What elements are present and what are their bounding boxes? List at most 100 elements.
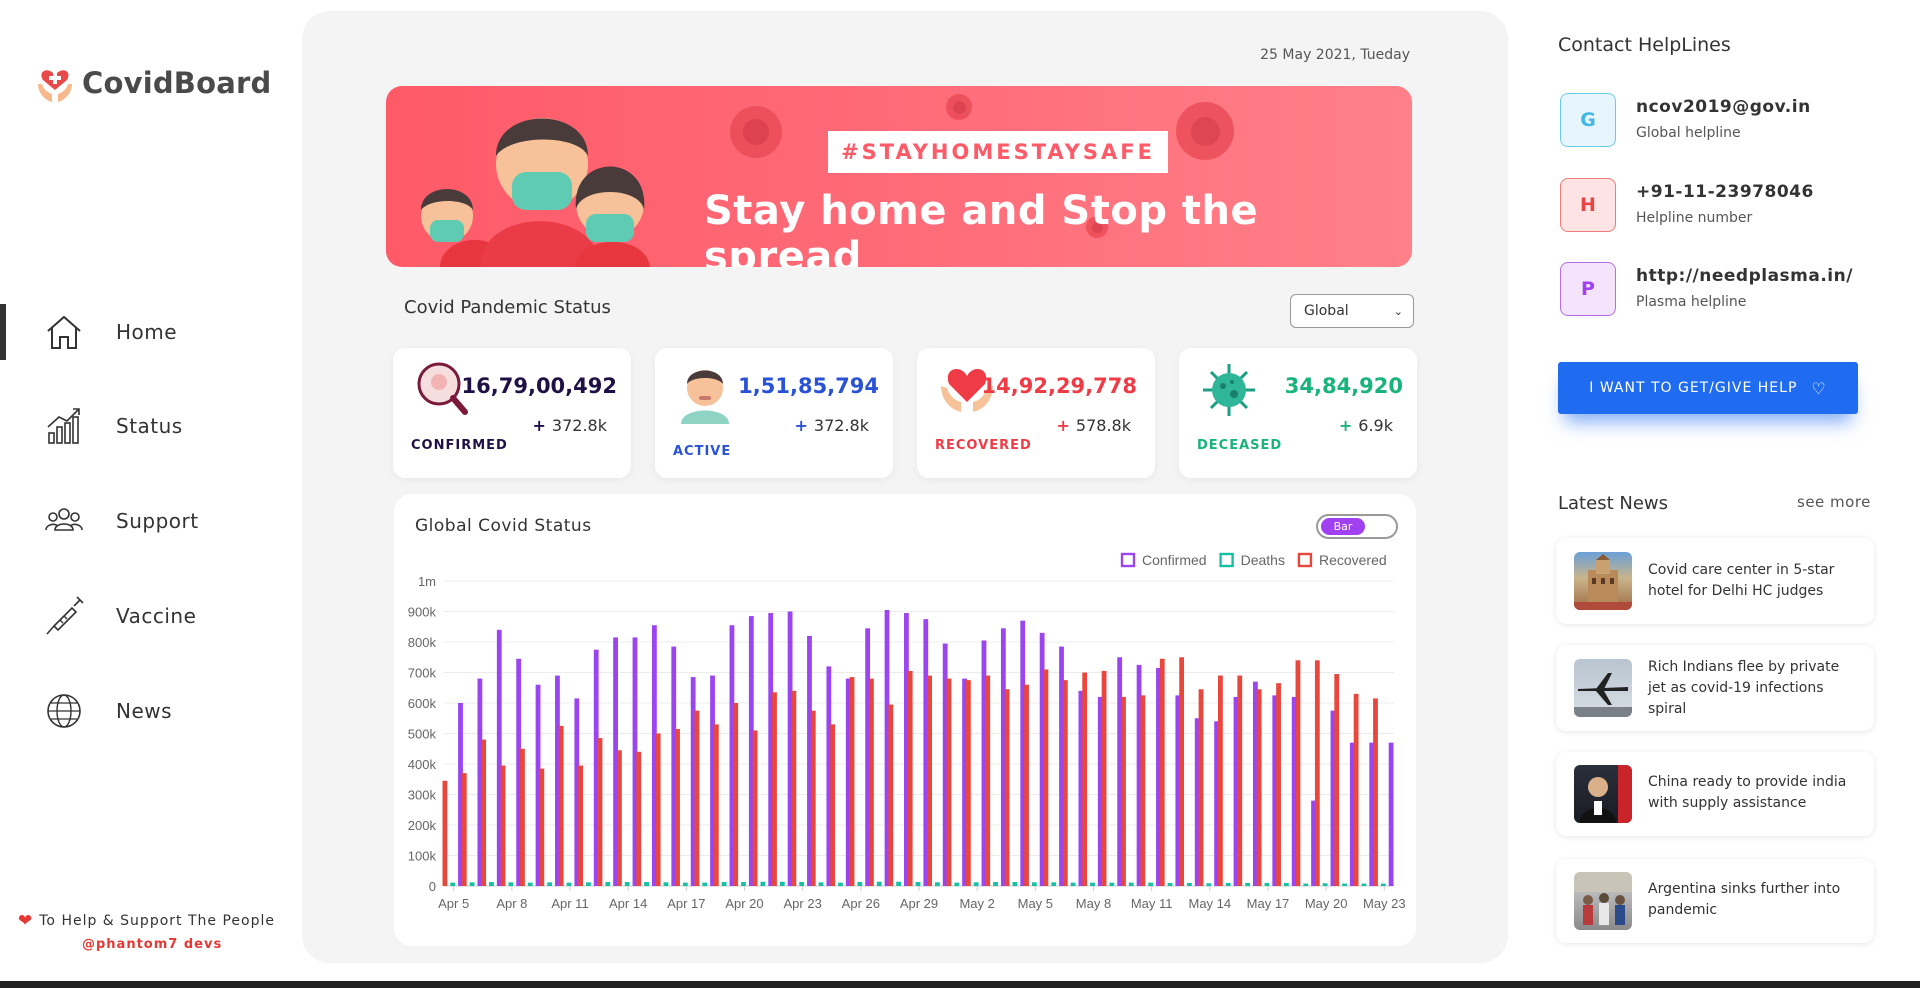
bar-deaths: [1070, 882, 1076, 886]
x-tick-label: Apr 14: [609, 896, 647, 911]
sidebar-item-status[interactable]: Status: [44, 406, 183, 446]
bar-deaths: [1206, 883, 1212, 886]
legend-swatch: [1297, 552, 1313, 568]
news-headline: China ready to provide india with supply…: [1648, 774, 1847, 811]
bar-recovered: [927, 675, 932, 886]
news-item[interactable]: Argentina sinks further into pandemic: [1556, 859, 1874, 943]
bar-deaths: [1322, 883, 1328, 886]
active-card: 1,51,85,794 +372.8k ACTIVE: [655, 348, 893, 478]
bar-recovered: [733, 703, 739, 886]
bar-recovered: [830, 724, 836, 886]
bar-recovered: [1159, 658, 1165, 886]
y-tick-label: 800k: [408, 635, 437, 650]
sidebar-item-news[interactable]: News: [44, 691, 172, 731]
bar-recovered: [849, 677, 855, 886]
global-status-chart-card: Global Covid Status Bar 0 100k 200k 300k 400…: [394, 494, 1416, 946]
bar-recovered: [752, 730, 758, 886]
heart-icon: ❤: [18, 911, 34, 931]
news-item[interactable]: Rich Indians flee by private jet as covi…: [1556, 645, 1874, 731]
legend-label: Deaths: [1241, 552, 1285, 568]
y-tick-label: 700k: [408, 666, 437, 681]
bar-recovered: [1295, 660, 1301, 886]
bar-deaths: [663, 882, 669, 886]
bar-deaths: [741, 882, 746, 886]
bar-recovered: [520, 748, 525, 886]
bar-deaths: [1245, 882, 1250, 886]
recovered-label: RECOVERED: [935, 438, 1032, 453]
region-select-value: Global: [1304, 303, 1349, 319]
helpline-badge: G: [1560, 93, 1616, 147]
bar-deaths: [760, 881, 766, 886]
y-tick-label: 300k: [408, 788, 437, 803]
x-tick-label: May 2: [959, 896, 994, 911]
sidebar-item-home[interactable]: Home: [44, 312, 177, 352]
helpline-global[interactable]: G ncov2019@gov.in Global helpline: [1560, 93, 1811, 147]
sidebar-item-vaccine[interactable]: Vaccine: [44, 596, 196, 636]
official-thumbnail: [1574, 765, 1632, 823]
bar-deaths: [721, 882, 727, 886]
bar-recovered: [442, 780, 448, 886]
bar-recovered: [1256, 689, 1262, 886]
bar-deaths: [1090, 882, 1095, 886]
brand-name: CovidBoard: [82, 66, 272, 100]
bar-recovered: [694, 710, 700, 886]
bar-deaths: [508, 882, 514, 886]
people-icon: [44, 501, 84, 541]
news-item[interactable]: China ready to provide india with supply…: [1556, 752, 1874, 836]
helpline-value: +91-11-23978046: [1636, 182, 1814, 202]
x-tick-label: Apr 29: [900, 896, 938, 911]
sidebar-item-support[interactable]: Support: [44, 501, 199, 541]
y-tick-label: 600k: [408, 696, 437, 711]
chart-title: Global Covid Status: [415, 516, 592, 536]
bar-recovered: [965, 680, 971, 886]
helpline-badge: P: [1560, 262, 1616, 316]
x-tick-label: May 14: [1188, 896, 1231, 911]
home-icon: [44, 312, 84, 352]
helpline-description: Plasma helpline: [1636, 294, 1747, 310]
helpline-plasma[interactable]: P http://needplasma.in/ Plasma helpline: [1560, 262, 1853, 316]
helpline-number[interactable]: H +91-11-23978046 Helpline number: [1560, 178, 1814, 232]
see-more-link[interactable]: see more: [1797, 493, 1871, 511]
deceased-label: DECEASED: [1197, 438, 1283, 453]
x-tick-label: Apr 5: [438, 896, 469, 911]
bar-recovered: [481, 739, 487, 886]
helpline-description: Global helpline: [1636, 125, 1741, 141]
deceased-value: 34,84,920: [1284, 374, 1403, 398]
bar-recovered: [461, 773, 467, 886]
recovered-delta: +578.8k: [1056, 416, 1131, 435]
bar-recovered: [578, 765, 584, 886]
x-tick-label: May 5: [1018, 896, 1053, 911]
bar-chart: 0 100k 200k 300k 400k 500k 600k 700k 800k 900k 1m C…: [408, 552, 1406, 911]
bar-recovered: [636, 751, 642, 886]
bar-deaths: [954, 882, 960, 886]
hashtag-text: #STAYHOMESTAYSAFE: [841, 140, 1155, 164]
helpline-badge: H: [1560, 178, 1616, 232]
confirmed-card: 16,79,00,492 +372.8k CONFIRMED: [393, 348, 631, 478]
bar-recovered: [1237, 675, 1243, 886]
bar-recovered: [1121, 696, 1126, 886]
bar-recovered: [888, 704, 894, 886]
bar-deaths: [1187, 882, 1192, 886]
sidebar-item-label: Home: [116, 320, 178, 344]
banner-headline: Stay home and Stop the spread: [704, 188, 1259, 267]
chart-type-toggle[interactable]: Bar: [1316, 514, 1398, 539]
y-tick-label: 500k: [408, 727, 437, 742]
bar-recovered: [597, 738, 603, 886]
bar-recovered: [1082, 672, 1088, 886]
y-tick-label: 900k: [408, 605, 437, 620]
news-item[interactable]: Covid care center in 5-star hotel for De…: [1556, 538, 1874, 624]
legend-label: Recovered: [1319, 552, 1387, 568]
bar-deaths: [1031, 882, 1037, 886]
brand-logo[interactable]: CovidBoard: [34, 62, 271, 104]
bar-recovered: [616, 750, 622, 886]
news-headline: Covid care center in 5-star hotel for De…: [1648, 562, 1835, 599]
virus-decoration: [946, 94, 972, 120]
get-give-help-button[interactable]: I WANT TO GET/GIVE HELP ♡: [1558, 362, 1858, 414]
bar-deaths: [993, 882, 998, 886]
footer-credit[interactable]: @phantom7 devs: [82, 937, 278, 952]
bar-recovered: [1218, 675, 1223, 886]
bar-deaths: [838, 882, 843, 886]
latest-news-title: Latest News: [1558, 493, 1668, 514]
jet-thumbnail: [1574, 659, 1632, 717]
region-select[interactable]: Global ⌄: [1290, 294, 1414, 328]
